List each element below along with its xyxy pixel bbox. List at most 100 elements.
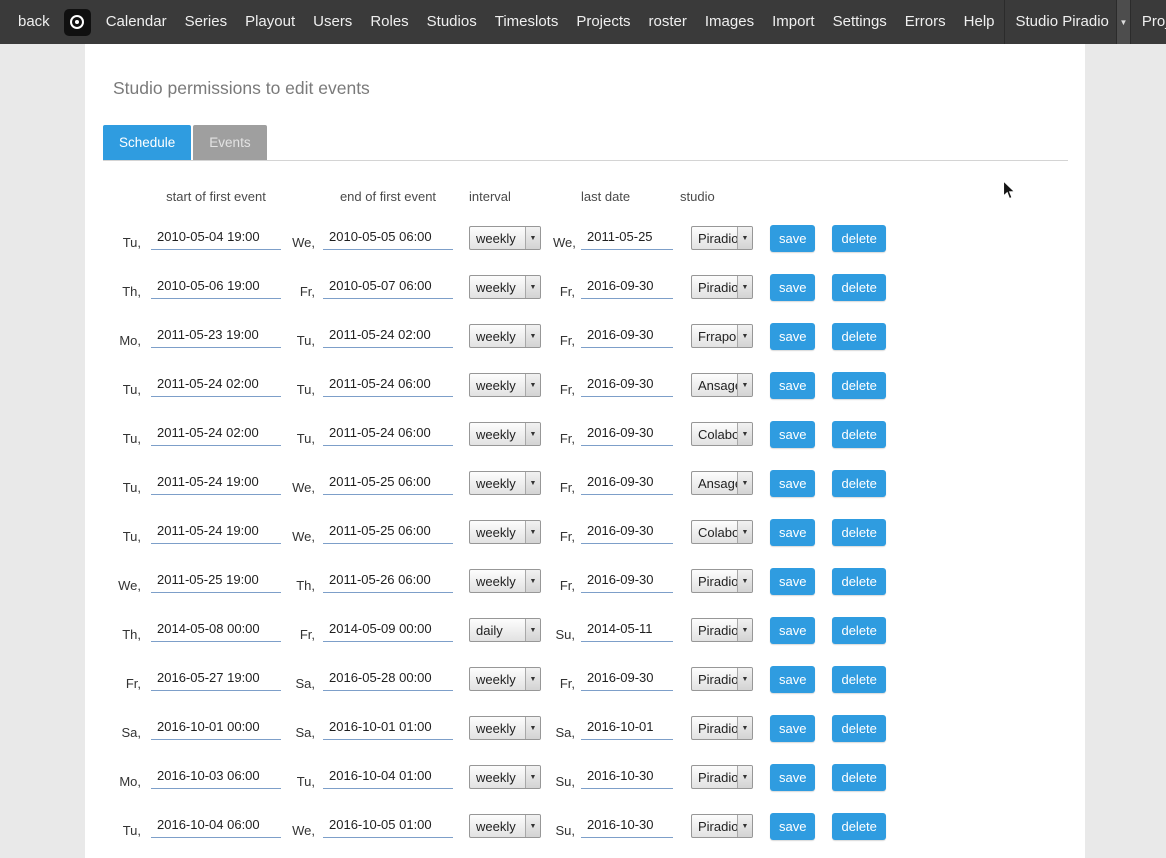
end-datetime-input[interactable]: [323, 422, 453, 446]
end-datetime-input[interactable]: [323, 716, 453, 740]
save-button[interactable]: save: [770, 372, 815, 399]
studio-select[interactable]: Colabo ▼: [691, 520, 753, 544]
last-date-input[interactable]: [581, 618, 673, 642]
end-datetime-input[interactable]: [323, 324, 453, 348]
last-date-input[interactable]: [581, 275, 673, 299]
studio-select[interactable]: Colabo ▼: [691, 422, 753, 446]
delete-button[interactable]: delete: [832, 421, 885, 448]
start-datetime-input[interactable]: [151, 471, 281, 495]
save-button[interactable]: save: [770, 764, 815, 791]
start-datetime-input[interactable]: [151, 667, 281, 691]
chevron-down-icon[interactable]: ▼: [1116, 0, 1130, 44]
nav-item-calendar[interactable]: Calendar: [97, 0, 176, 44]
interval-select[interactable]: daily ▼: [469, 618, 541, 642]
delete-button[interactable]: delete: [832, 225, 885, 252]
interval-select[interactable]: weekly ▼: [469, 569, 541, 593]
nav-item-users[interactable]: Users: [304, 0, 361, 44]
interval-select[interactable]: weekly ▼: [469, 422, 541, 446]
last-date-input[interactable]: [581, 373, 673, 397]
interval-select[interactable]: weekly ▼: [469, 324, 541, 348]
studio-select[interactable]: Piradio ▼: [691, 618, 753, 642]
interval-select[interactable]: weekly ▼: [469, 814, 541, 838]
studio-select[interactable]: Frrapo ▼: [691, 324, 753, 348]
save-button[interactable]: save: [770, 421, 815, 448]
end-datetime-input[interactable]: [323, 520, 453, 544]
last-date-input[interactable]: [581, 716, 673, 740]
start-datetime-input[interactable]: [151, 373, 281, 397]
interval-select[interactable]: weekly ▼: [469, 373, 541, 397]
interval-select[interactable]: weekly ▼: [469, 765, 541, 789]
project-nav-select[interactable]: Project 88vier ▼: [1130, 0, 1166, 44]
nav-item-roster[interactable]: roster: [640, 0, 696, 44]
start-datetime-input[interactable]: [151, 520, 281, 544]
studio-select[interactable]: Piradio ▼: [691, 226, 753, 250]
save-button[interactable]: save: [770, 568, 815, 595]
start-datetime-input[interactable]: [151, 275, 281, 299]
interval-select[interactable]: weekly ▼: [469, 471, 541, 495]
studio-select[interactable]: Piradio ▼: [691, 814, 753, 838]
last-date-input[interactable]: [581, 569, 673, 593]
last-date-input[interactable]: [581, 814, 673, 838]
nav-item-playout[interactable]: Playout: [236, 0, 304, 44]
last-date-input[interactable]: [581, 667, 673, 691]
save-button[interactable]: save: [770, 666, 815, 693]
back-button[interactable]: back: [0, 0, 58, 44]
studio-select[interactable]: Ansage ▼: [691, 471, 753, 495]
nav-item-settings[interactable]: Settings: [824, 0, 896, 44]
last-date-input[interactable]: [581, 520, 673, 544]
nav-item-studios[interactable]: Studios: [418, 0, 486, 44]
delete-button[interactable]: delete: [832, 519, 885, 546]
end-datetime-input[interactable]: [323, 471, 453, 495]
end-datetime-input[interactable]: [323, 765, 453, 789]
end-datetime-input[interactable]: [323, 667, 453, 691]
end-datetime-input[interactable]: [323, 814, 453, 838]
interval-select[interactable]: weekly ▼: [469, 520, 541, 544]
last-date-input[interactable]: [581, 226, 673, 250]
interval-select[interactable]: weekly ▼: [469, 667, 541, 691]
tab-events[interactable]: Events: [193, 125, 266, 160]
interval-select[interactable]: weekly ▼: [469, 226, 541, 250]
start-datetime-input[interactable]: [151, 765, 281, 789]
delete-button[interactable]: delete: [832, 323, 885, 350]
studio-select[interactable]: Piradio ▼: [691, 765, 753, 789]
save-button[interactable]: save: [770, 715, 815, 742]
nav-item-errors[interactable]: Errors: [896, 0, 955, 44]
save-button[interactable]: save: [770, 470, 815, 497]
delete-button[interactable]: delete: [832, 813, 885, 840]
nav-item-help[interactable]: Help: [955, 0, 1004, 44]
last-date-input[interactable]: [581, 765, 673, 789]
start-datetime-input[interactable]: [151, 226, 281, 250]
start-datetime-input[interactable]: [151, 716, 281, 740]
studio-select[interactable]: Piradio ▼: [691, 716, 753, 740]
start-datetime-input[interactable]: [151, 618, 281, 642]
delete-button[interactable]: delete: [832, 617, 885, 644]
delete-button[interactable]: delete: [832, 274, 885, 301]
end-datetime-input[interactable]: [323, 569, 453, 593]
save-button[interactable]: save: [770, 323, 815, 350]
start-datetime-input[interactable]: [151, 569, 281, 593]
start-datetime-input[interactable]: [151, 324, 281, 348]
save-button[interactable]: save: [770, 617, 815, 644]
save-button[interactable]: save: [770, 274, 815, 301]
interval-select[interactable]: weekly ▼: [469, 716, 541, 740]
delete-button[interactable]: delete: [832, 470, 885, 497]
nav-item-images[interactable]: Images: [696, 0, 763, 44]
end-datetime-input[interactable]: [323, 226, 453, 250]
save-button[interactable]: save: [770, 225, 815, 252]
save-button[interactable]: save: [770, 519, 815, 546]
studio-nav-select[interactable]: Studio Piradio ▼: [1004, 0, 1130, 44]
studio-select[interactable]: Piradio ▼: [691, 667, 753, 691]
start-datetime-input[interactable]: [151, 422, 281, 446]
delete-button[interactable]: delete: [832, 372, 885, 399]
delete-button[interactable]: delete: [832, 764, 885, 791]
end-datetime-input[interactable]: [323, 275, 453, 299]
nav-item-import[interactable]: Import: [763, 0, 824, 44]
last-date-input[interactable]: [581, 471, 673, 495]
save-button[interactable]: save: [770, 813, 815, 840]
tab-schedule[interactable]: Schedule: [103, 125, 191, 160]
last-date-input[interactable]: [581, 324, 673, 348]
end-datetime-input[interactable]: [323, 618, 453, 642]
nav-item-timeslots[interactable]: Timeslots: [486, 0, 568, 44]
studio-select[interactable]: Ansage ▼: [691, 373, 753, 397]
nav-item-projects[interactable]: Projects: [567, 0, 639, 44]
